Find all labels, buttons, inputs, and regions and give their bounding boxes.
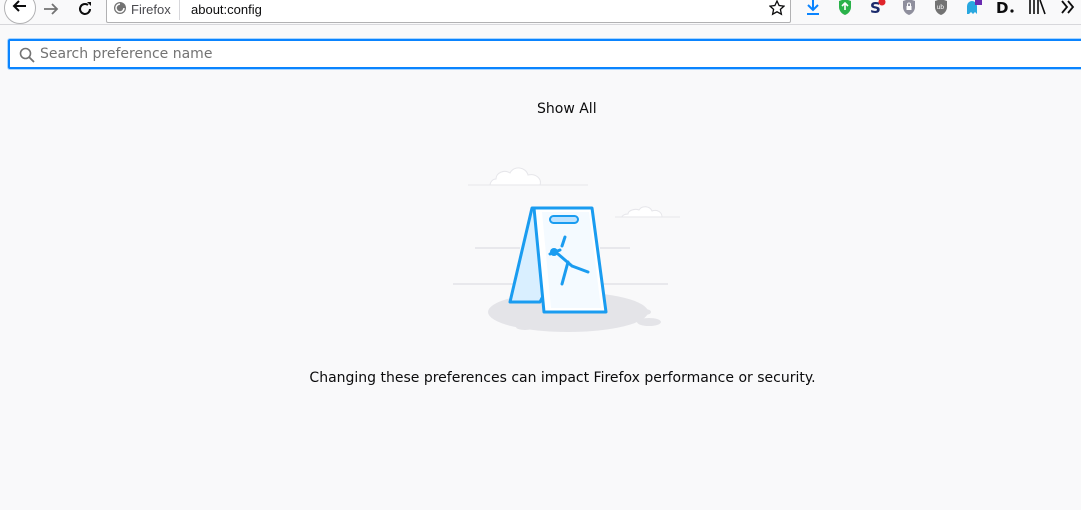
bookmark-button[interactable] [768,0,786,20]
shield-extension-button[interactable] [834,0,856,18]
download-icon [805,0,821,20]
identity-box[interactable]: Firefox [113,0,180,20]
search-input[interactable] [40,41,1040,67]
browser-toolbar: Firefox about:config S ub D [0,0,1081,25]
bookmark-star-icon [768,0,786,20]
ublock-extension-icon: ub [933,0,949,20]
lock-extension-icon [901,0,917,20]
overflow-menu-button[interactable] [1057,0,1079,18]
cloud-left [489,167,541,186]
overflow-icon [1060,0,1076,20]
back-button[interactable] [4,0,36,24]
ublock-extension-button[interactable]: ub [930,0,952,18]
forward-icon [42,1,60,21]
ghost-extension-icon [964,0,982,20]
library-button[interactable] [1026,0,1048,18]
back-icon [11,0,29,19]
search-box[interactable] [8,39,1081,69]
forward-button[interactable] [38,0,64,22]
cloud-right [621,206,663,218]
search-icon [19,47,35,67]
shield-extension-icon [837,0,853,20]
warning-message: Changing these preferences can impact Fi… [309,370,816,386]
svg-text:D: D [996,0,1008,16]
lock-extension-button[interactable] [898,0,920,18]
reload-button[interactable] [72,0,98,22]
reload-icon [76,0,94,22]
url-text[interactable]: about:config [191,0,262,20]
svg-text:ub: ub [937,4,945,11]
downloads-button[interactable] [802,0,824,18]
ghost-extension-button[interactable] [962,0,984,18]
library-icon [1028,0,1046,20]
identity-label: Firefox [131,2,171,17]
s-extension-icon: S [868,0,886,20]
warning-illustration [450,150,680,340]
show-all-button[interactable]: Show All [527,98,607,120]
d-extension-button[interactable]: D [994,0,1016,18]
s-extension-button[interactable]: S [866,0,888,18]
d-extension-icon: D [995,0,1015,20]
firefox-logo-icon [113,1,127,18]
url-bar[interactable]: Firefox about:config [106,0,791,23]
